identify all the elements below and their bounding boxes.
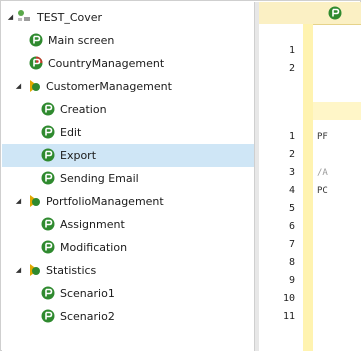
tree-item-assignment[interactable]: Assignment (2, 213, 254, 236)
green-test-icon (41, 148, 55, 162)
tree-item-country-management[interactable]: CountryManagement (2, 52, 254, 75)
tree-item-statistics[interactable]: ◢ Statistics (2, 259, 254, 282)
editor-header (259, 2, 361, 25)
line-number: 1 (288, 45, 295, 56)
test-suite-icon (18, 10, 30, 21)
code-line: PF (317, 132, 328, 142)
tree-item-edit[interactable]: Edit (2, 121, 254, 144)
code-comment: /A (317, 168, 328, 178)
tree-item-label: Scenario1 (60, 287, 115, 300)
line-number: 9 (288, 275, 295, 286)
green-test-icon (41, 240, 55, 254)
green-test-icon (41, 309, 55, 323)
line-number: 6 (288, 221, 295, 232)
tree-item-main-screen[interactable]: Main screen (2, 29, 254, 52)
line-number: 4 (288, 185, 295, 196)
line-number: 2 (288, 63, 295, 74)
tree-item-modification[interactable]: Modification (2, 236, 254, 259)
tree-item-label: Main screen (48, 34, 115, 47)
tree-root-label: TEST_Cover (37, 11, 103, 24)
tree-item-label: Assignment (60, 218, 125, 231)
tree-item-customer-management[interactable]: ◢ CustomerManagement (2, 75, 254, 98)
tree-item-export[interactable]: Export (2, 144, 254, 167)
window-frame: ◢ TEST_Cover Main screen CountryManageme… (0, 0, 361, 351)
tree-item-label: Scenario2 (60, 310, 115, 323)
tree-item-portfolio-management[interactable]: ◢ PortfolioManagement (2, 190, 254, 213)
folder-test-icon (30, 195, 40, 207)
line-number: 5 (288, 203, 295, 214)
tree-item-label: PortfolioManagement (46, 195, 164, 208)
line-number: 7 (288, 239, 295, 250)
line-number: 1 (288, 131, 295, 142)
line-number: 11 (282, 311, 295, 322)
change-marker-strip (303, 24, 313, 351)
line-number: 2 (288, 149, 295, 160)
tree-item-label: Export (60, 149, 97, 162)
green-test-icon (41, 125, 55, 139)
tree-item-label: CustomerManagement (46, 80, 172, 93)
tree-item-label: Edit (60, 126, 82, 139)
tree-item-sending-email[interactable]: Sending Email (2, 167, 254, 190)
red-test-icon (29, 56, 43, 70)
green-test-icon (41, 102, 55, 116)
code-editor[interactable]: 1 2 1 2 3 4 5 6 7 8 9 10 11 PF /A PC (259, 2, 361, 351)
tree-item-label: Statistics (46, 264, 97, 277)
green-test-icon (29, 33, 43, 47)
line-number: 3 (288, 167, 295, 178)
green-test-icon (328, 6, 342, 20)
tree-item-scenario1[interactable]: Scenario1 (2, 282, 254, 305)
expand-arrow-icon[interactable]: ◢ (6, 13, 15, 22)
green-test-icon (41, 286, 55, 300)
tree-item-label: Creation (60, 103, 107, 116)
expand-arrow-icon[interactable]: ◢ (14, 266, 23, 275)
line-number: 8 (288, 257, 295, 268)
test-tree[interactable]: ◢ TEST_Cover Main screen CountryManageme… (2, 2, 254, 351)
green-test-icon (41, 171, 55, 185)
tree-item-label: Modification (60, 241, 128, 254)
tree-item-scenario2[interactable]: Scenario2 (2, 305, 254, 328)
tree-item-label: CountryManagement (48, 57, 165, 70)
tree-item-label: Sending Email (60, 172, 139, 185)
tree-item-creation[interactable]: Creation (2, 98, 254, 121)
folder-test-icon (30, 80, 40, 92)
line-number: 10 (282, 293, 295, 304)
green-test-icon (41, 217, 55, 231)
expand-arrow-icon[interactable]: ◢ (14, 82, 23, 91)
expand-arrow-icon[interactable]: ◢ (14, 197, 23, 206)
folder-test-icon (30, 264, 40, 276)
section-band (313, 102, 361, 120)
tree-root[interactable]: ◢ TEST_Cover (2, 6, 254, 29)
code-line: PC (317, 186, 328, 196)
